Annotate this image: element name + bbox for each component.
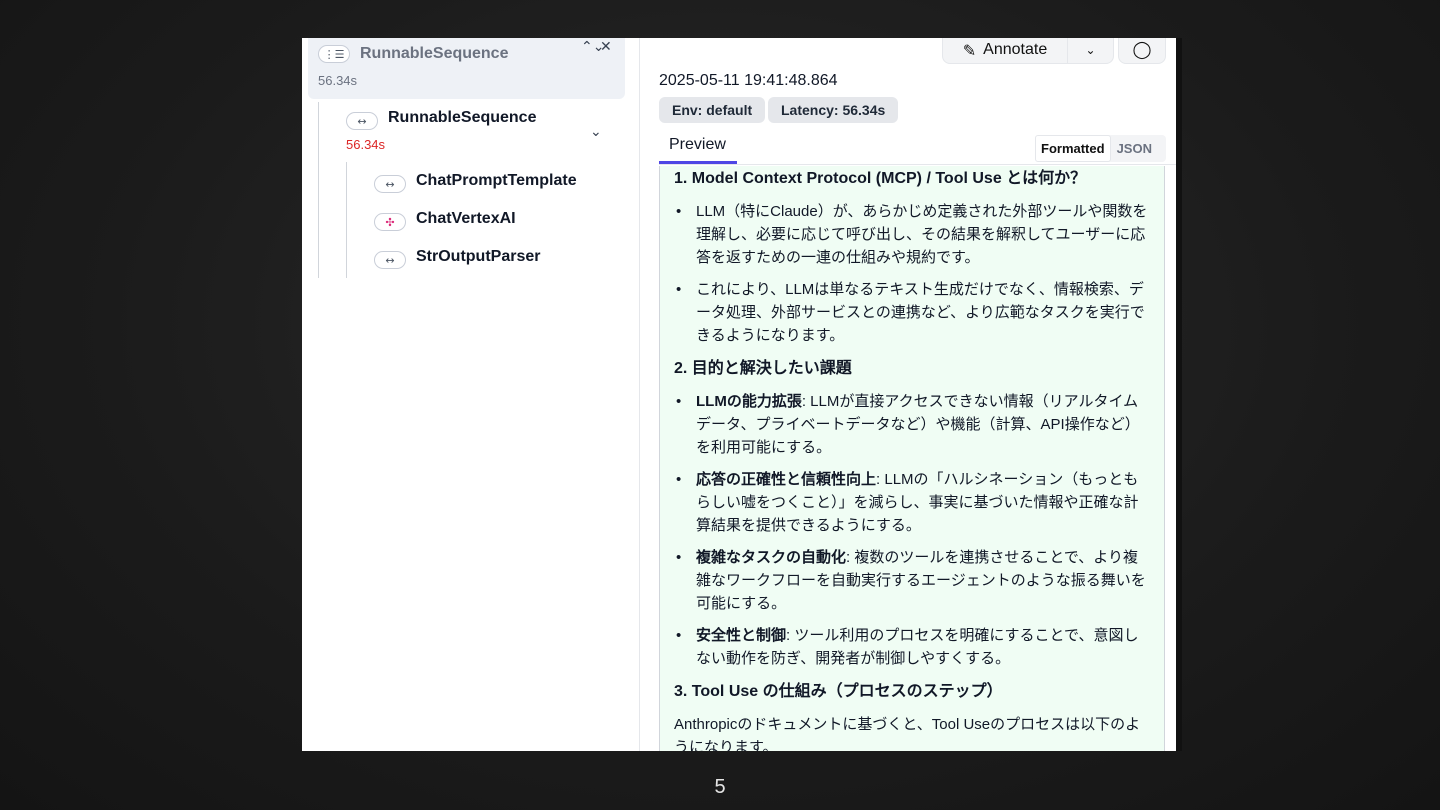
list-item-term: 応答の正確性と信頼性向上	[696, 471, 877, 488]
list-item: • LLMの能力拡張: LLMが直接アクセスできない情報（リアルタイムデータ、プラ…	[676, 393, 1140, 456]
tree-node-time: 56.34s	[346, 137, 386, 152]
tree-node-label[interactable]: RunnableSequence	[388, 109, 536, 127]
annotate-dropdown-button[interactable]: ⌄	[1067, 38, 1114, 64]
list-item-text: LLM（特にClaude）が、あらかじめ定義された外部ツールや関数を理解し、必要…	[696, 203, 1148, 266]
format-toggle: Formatted JSON	[1035, 135, 1166, 162]
comment-button[interactable]: ◯	[1118, 38, 1166, 64]
arrows-icon: ↔	[346, 112, 378, 130]
json-toggle[interactable]: JSON	[1111, 141, 1158, 156]
tab-preview[interactable]: Preview	[669, 136, 726, 154]
tree-node-label[interactable]: StrOutputParser	[416, 248, 540, 266]
trace-viewer-window: ⋮☰ RunnableSequence 56.34s ⌃⌄ ✕ ↔ Runnab…	[302, 38, 1180, 751]
list-item: • 安全性と制御: ツール利用のプロセスを明確にすることで、意図しない動作を防ぎ、…	[676, 627, 1139, 667]
list-item-term: LLMの能力拡張	[696, 393, 802, 410]
run-tree-panel: ⋮☰ RunnableSequence 56.34s ⌃⌄ ✕ ↔ Runnab…	[302, 38, 640, 751]
tree-connector	[346, 162, 347, 278]
list-item-term: 複雑なタスクの自動化	[696, 549, 847, 566]
arrows-icon: ↔	[374, 251, 406, 269]
section-heading: 1. Model Context Protocol (MCP) / Tool U…	[674, 170, 1087, 187]
list-item: • 応答の正確性と信頼性向上: LLMの「ハルシネーション（もっともらしい嘘をつく…	[676, 471, 1139, 534]
chevron-down-icon: ⌄	[1085, 43, 1096, 57]
tabs-divider	[659, 164, 1180, 165]
paragraph: Anthropicのドキュメントに基づくと、Tool Useのプロセスは以下のよ…	[674, 716, 1141, 751]
list-item-text: これにより、LLMは単なるテキスト生成だけでなく、情報検索、データ処理、外部サー…	[696, 281, 1145, 344]
model-icon: ✣	[374, 213, 406, 231]
page-number: 5	[714, 776, 726, 798]
tree-node-root[interactable]: ⋮☰ RunnableSequence 56.34s ⌃⌄ ✕	[308, 38, 625, 99]
env-tag: Env: default	[659, 97, 766, 123]
window-edge	[1176, 38, 1182, 751]
tree-connector	[318, 102, 319, 278]
tree-node-label[interactable]: ChatPromptTemplate	[416, 172, 577, 190]
chevron-down-icon[interactable]: ⌄	[590, 124, 602, 140]
tree-node-label: RunnableSequence	[360, 45, 509, 62]
annotate-label: Annotate	[983, 41, 1048, 58]
run-timestamp: 2025-05-11 19:41:48.864	[659, 72, 838, 89]
list-item: • これにより、LLMは単なるテキスト生成だけでなく、情報検索、データ処理、外部サ…	[674, 278, 1150, 347]
list-item: • LLM（特にClaude）が、あらかじめ定義された外部ツールや関数を理解し、必…	[674, 200, 1150, 269]
tree-node-label[interactable]: ChatVertexAI	[416, 210, 516, 228]
formatted-toggle[interactable]: Formatted	[1035, 135, 1111, 162]
list-tree-icon: ⋮☰	[318, 45, 350, 63]
list-item-term: 安全性と制御	[696, 627, 787, 644]
arrows-icon: ↔	[374, 175, 406, 193]
tree-node-time: 56.34s	[318, 73, 358, 88]
list-item: • 複雑なタスクの自動化: 複数のツールを連携させることで、より複雑なワークフロー…	[676, 549, 1146, 612]
latency-tag: Latency: 56.34s	[768, 97, 899, 123]
annotate-button[interactable]: ✎ Annotate	[942, 38, 1068, 64]
run-detail-panel: ✎ Annotate ⌄ ◯ 2025-05-11 19:41:48.864 E…	[640, 38, 1180, 751]
comment-icon: ◯	[1132, 40, 1152, 60]
section-heading: 3. Tool Use の仕組み（プロセスのステップ）	[674, 683, 1003, 700]
section-heading: 2. 目的と解決したい課題	[674, 360, 852, 377]
edit-icon: ✎	[962, 40, 977, 60]
output-preview: 1. Model Context Protocol (MCP) / Tool U…	[659, 166, 1165, 751]
collapse-all-icon[interactable]: ✕	[600, 39, 612, 55]
